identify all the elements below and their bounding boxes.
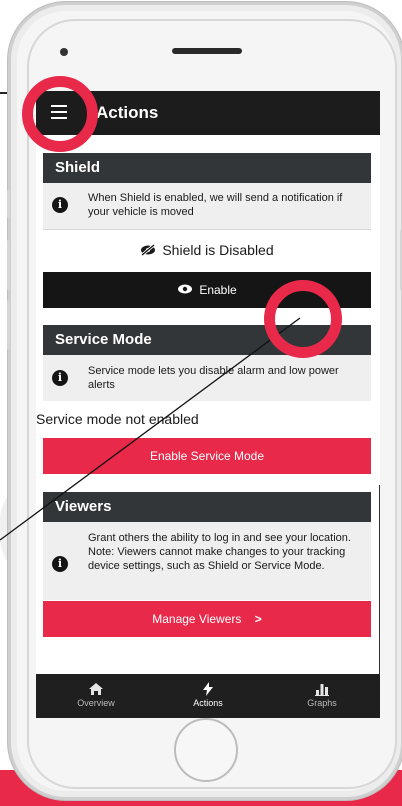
highlight-ring-enable — [264, 280, 342, 358]
highlight-ring-menu — [22, 76, 98, 152]
